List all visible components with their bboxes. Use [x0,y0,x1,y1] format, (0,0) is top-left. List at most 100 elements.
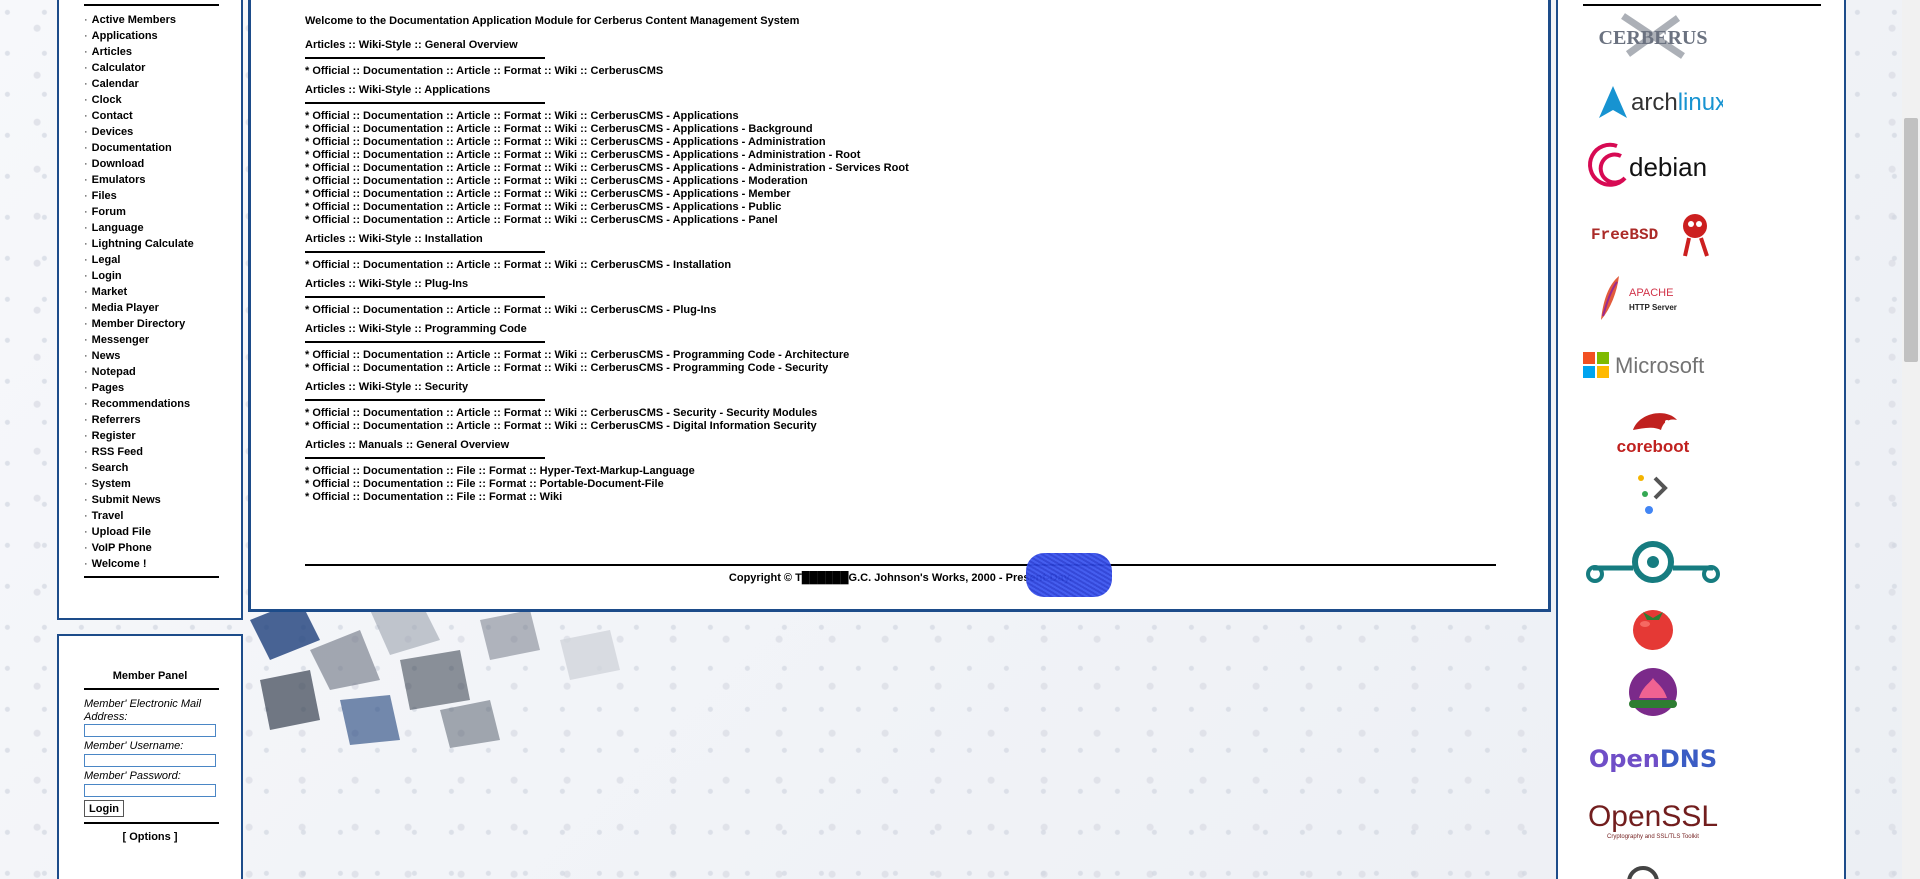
footer-divider [305,564,1496,566]
menu-item-articles[interactable]: · Articles [84,44,194,60]
doc-link[interactable]: * Official :: Documentation :: Article :… [305,362,1500,375]
menu-item-market[interactable]: · Market [84,284,194,300]
lotus-os-logo[interactable] [1583,664,1723,720]
menu-item-pages[interactable]: · Pages [84,380,194,396]
doc-link[interactable]: * Official :: Documentation :: Article :… [305,123,1500,136]
logos-top-divider [1583,4,1821,6]
menu-item-clock[interactable]: · Clock [84,92,194,108]
email-field[interactable] [84,724,216,737]
doc-link[interactable]: * Official :: Documentation :: Article :… [305,214,1500,227]
menu-item-upload-file[interactable]: · Upload File [84,524,194,540]
section-links: * Official :: Documentation :: Article :… [305,349,1500,375]
menu-item-download[interactable]: · Download [84,156,194,172]
menu-item-emulators[interactable]: · Emulators [84,172,194,188]
menu-item-active-members[interactable]: · Active Members [84,12,194,28]
menu-item-lightning-calculate[interactable]: · Lightning Calculate [84,236,194,252]
section-links: * Official :: Documentation :: Article :… [305,65,1500,78]
menu-item-rss-feed[interactable]: · RSS Feed [84,444,194,460]
login-button[interactable]: Login [84,800,124,817]
archlinux-logo[interactable]: archlinux [1583,72,1723,128]
menu-item-media-player[interactable]: · Media Player [84,300,194,316]
member-panel-title: Member Panel [112,670,188,682]
kernel-dots-logo[interactable] [1583,464,1723,520]
menu-item-news[interactable]: · News [84,348,194,364]
doc-link[interactable]: * Official :: Documentation :: File :: F… [305,478,1500,491]
doc-link[interactable]: * Official :: Documentation :: Article :… [305,110,1500,123]
documentation-content-panel: Welcome to the Documentation Application… [248,0,1551,612]
doc-link[interactable]: * Official :: Documentation :: File :: F… [305,465,1500,478]
svg-text:OpenDNS: OpenDNS [1589,745,1717,773]
menu-item-register[interactable]: · Register [84,428,194,444]
svg-text:OpenSSL: OpenSSL [1588,800,1718,833]
partial-logo[interactable] [1583,860,1723,879]
section-links: * Official :: Documentation :: File :: F… [305,465,1500,504]
menu-item-travel[interactable]: · Travel [84,508,194,524]
menu-item-member-directory[interactable]: · Member Directory [84,316,194,332]
menu-item-applications[interactable]: · Applications [84,28,194,44]
doc-link[interactable]: * Official :: Documentation :: Article :… [305,65,1500,78]
freebsd-logo[interactable]: FreeBSD [1583,204,1723,260]
debian-logo[interactable]: debian [1583,138,1723,194]
apache-logo[interactable]: APACHE HTTP Server [1583,270,1723,326]
decorative-shards [250,600,620,748]
svg-text:HTTP Server: HTTP Server [1629,303,1677,312]
member-panel: Member Panel Member' Electronic Mail Add… [57,634,243,879]
lineageos-logo[interactable] [1583,534,1723,590]
menu-item-contact[interactable]: · Contact [84,108,194,124]
doc-link[interactable]: * Official :: Documentation :: Article :… [305,136,1500,149]
menu-item-submit-news[interactable]: · Submit News [84,492,194,508]
scrollbar-thumb[interactable] [1904,118,1918,362]
member-panel-bottom-divider [84,822,219,824]
doc-link[interactable]: * Official :: Documentation :: Article :… [305,304,1500,317]
email-label: Member' Electronic Mail Address: [84,698,202,723]
menu-item-search[interactable]: · Search [84,460,194,476]
doc-link[interactable]: * Official :: Documentation :: Article :… [305,407,1500,420]
doc-link[interactable]: * Official :: Documentation :: Article :… [305,420,1500,433]
page-scrollbar[interactable] [1902,0,1920,879]
member-panel-top-divider [84,688,219,690]
menu-item-login[interactable]: · Login [84,268,194,284]
menu-item-system[interactable]: · System [84,476,194,492]
doc-link[interactable]: * Official :: Documentation :: Article :… [305,259,1500,272]
password-field[interactable] [84,784,216,797]
menu-item-devices[interactable]: · Devices [84,124,194,140]
menu-item-voip-phone[interactable]: · VoIP Phone [84,540,194,556]
section-links: * Official :: Documentation :: Article :… [305,407,1500,433]
openssl-logo[interactable]: OpenSSL Cryptography and SSL/TLS Toolkit [1583,792,1723,848]
microsoft-logo[interactable]: Microsoft [1583,336,1723,392]
main-menu-panel: · Active Members · Applications · Articles … [57,0,243,620]
doc-link[interactable]: * Official :: Documentation :: Article :… [305,149,1500,162]
menu-item-welcome[interactable]: · Welcome ! [84,556,194,572]
doc-link[interactable]: * Official :: Documentation :: Article :… [305,162,1500,175]
menu-item-documentation[interactable]: · Documentation [84,140,194,156]
opendns-logo[interactable]: OpenDNS [1583,730,1723,786]
redaction-scribble [1026,553,1112,597]
username-field[interactable] [84,754,216,767]
menu-item-calendar[interactable]: · Calendar [84,76,194,92]
menu-item-forum[interactable]: · Forum [84,204,194,220]
menu-item-files[interactable]: · Files [84,188,194,204]
menu-item-messenger[interactable]: · Messenger [84,332,194,348]
cerberus-logo[interactable]: CERBERUS [1583,8,1723,64]
section-heading-installation: Articles :: Wiki-Style :: Installation [305,227,1500,253]
options-link[interactable]: [ Options ] [59,831,241,843]
doc-link[interactable]: * Official :: Documentation :: Article :… [305,201,1500,214]
tomato-logo[interactable] [1583,598,1723,654]
doc-link[interactable]: * Official :: Documentation :: Article :… [305,188,1500,201]
menu-item-recommendations[interactable]: · Recommendations [84,396,194,412]
doc-link[interactable]: * Official :: Documentation :: Article :… [305,175,1500,188]
sponsor-logos-panel: CERBERUS archlinux debian FreeBSD APACHE… [1556,0,1846,879]
menu-item-notepad[interactable]: · Notepad [84,364,194,380]
menu-top-divider [84,4,219,6]
menu-item-language[interactable]: · Language [84,220,194,236]
svg-text:archlinux: archlinux [1631,89,1723,116]
menu-item-legal[interactable]: · Legal [84,252,194,268]
section-heading-programming-code: Articles :: Wiki-Style :: Programming Co… [305,317,1500,343]
menu-item-referrers[interactable]: · Referrers [84,412,194,428]
coreboot-logo[interactable]: coreboot [1583,402,1723,458]
section-heading-manuals: Articles :: Manuals :: General Overview [305,433,1500,459]
doc-link[interactable]: * Official :: Documentation :: File :: F… [305,491,1500,504]
menu-item-calculator[interactable]: · Calculator [84,60,194,76]
doc-link[interactable]: * Official :: Documentation :: Article :… [305,349,1500,362]
copyright-text: Copyright © T██████G.C. Johnson's Works,… [728,572,1073,584]
